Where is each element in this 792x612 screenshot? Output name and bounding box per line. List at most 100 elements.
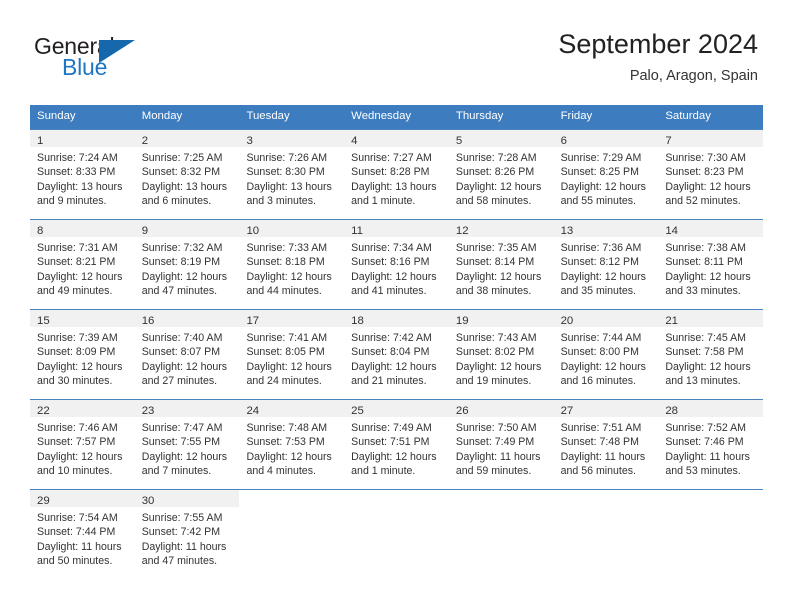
daylight-text-line2: and 44 minutes. xyxy=(246,285,322,298)
day-number-band: 10 xyxy=(239,220,345,237)
daylight-text-line2: and 53 minutes. xyxy=(665,465,741,478)
day-cell[interactable]: 14 Sunrise: 7:38 AM Sunset: 8:11 PM Dayl… xyxy=(658,220,764,309)
sunrise-text: Sunrise: 7:29 AM xyxy=(560,152,642,164)
day-cell[interactable]: 11 Sunrise: 7:34 AM Sunset: 8:16 PM Dayl… xyxy=(344,220,449,309)
day-details: Sunrise: 7:27 AM Sunset: 8:28 PM Dayligh… xyxy=(344,147,449,209)
daylight-text-line1: Daylight: 12 hours xyxy=(141,360,228,373)
day-number-band: 20 xyxy=(553,310,659,327)
daylight-text-line2: and 55 minutes. xyxy=(560,195,636,208)
sunset-text: Sunset: 8:28 PM xyxy=(351,166,430,179)
day-cell[interactable]: 2 Sunrise: 7:25 AM Sunset: 8:32 PM Dayli… xyxy=(134,130,240,219)
day-number-band: 14 xyxy=(658,220,764,237)
day-cell-empty xyxy=(448,490,554,579)
day-number: 5 xyxy=(455,135,463,147)
daylight-text-line2: and 41 minutes. xyxy=(351,285,427,298)
day-details: Sunrise: 7:25 AM Sunset: 8:32 PM Dayligh… xyxy=(135,147,240,209)
day-cell[interactable]: 21 Sunrise: 7:45 AM Sunset: 7:58 PM Dayl… xyxy=(658,310,764,399)
daylight-text-line2: and 47 minutes. xyxy=(141,555,218,568)
day-cell[interactable]: 9 Sunrise: 7:32 AM Sunset: 8:19 PM Dayli… xyxy=(134,220,240,309)
day-cell[interactable]: 27 Sunrise: 7:51 AM Sunset: 7:48 PM Dayl… xyxy=(553,400,659,489)
day-cell[interactable]: 3 Sunrise: 7:26 AM Sunset: 8:30 PM Dayli… xyxy=(239,130,345,219)
sunset-text: Sunset: 7:57 PM xyxy=(37,436,116,449)
day-number: 14 xyxy=(665,225,678,237)
day-number-band: 2 xyxy=(134,130,240,147)
daylight-text-line2: and 56 minutes. xyxy=(560,465,636,478)
sunset-text: Sunset: 7:53 PM xyxy=(246,436,325,449)
daylight-text-line1: Daylight: 12 hours xyxy=(560,180,646,193)
sunset-text: Sunset: 8:18 PM xyxy=(246,256,325,269)
daylight-text-line2: and 10 minutes. xyxy=(37,465,113,478)
sunrise-text: Sunrise: 7:36 AM xyxy=(560,242,642,254)
sunrise-text: Sunrise: 7:31 AM xyxy=(37,242,118,254)
day-details: Sunrise: 7:51 AM Sunset: 7:48 PM Dayligh… xyxy=(554,417,659,479)
sunrise-text: Sunrise: 7:33 AM xyxy=(246,242,328,254)
day-number: 23 xyxy=(141,405,155,417)
weekday-header-monday: Monday xyxy=(141,110,183,122)
day-cell[interactable]: 29 Sunrise: 7:54 AM Sunset: 7:44 PM Dayl… xyxy=(30,490,135,579)
day-cell[interactable]: 25 Sunrise: 7:49 AM Sunset: 7:51 PM Dayl… xyxy=(344,400,449,489)
day-number-band: 13 xyxy=(553,220,659,237)
day-cell[interactable]: 26 Sunrise: 7:50 AM Sunset: 7:49 PM Dayl… xyxy=(448,400,554,489)
day-cell[interactable]: 6 Sunrise: 7:29 AM Sunset: 8:25 PM Dayli… xyxy=(553,130,659,219)
day-cell[interactable]: 30 Sunrise: 7:55 AM Sunset: 7:42 PM Dayl… xyxy=(134,490,240,579)
day-number-band: 16 xyxy=(134,310,240,327)
sunset-text: Sunset: 8:16 PM xyxy=(351,256,430,269)
sunrise-text: Sunrise: 7:32 AM xyxy=(141,242,223,254)
day-cell[interactable]: 16 Sunrise: 7:40 AM Sunset: 8:07 PM Dayl… xyxy=(134,310,240,399)
day-cell[interactable]: 13 Sunrise: 7:36 AM Sunset: 8:12 PM Dayl… xyxy=(553,220,659,309)
sunset-text: Sunset: 7:58 PM xyxy=(665,346,744,359)
weekday-header-sunday: Sunday xyxy=(37,110,76,122)
sunset-text: Sunset: 8:25 PM xyxy=(560,166,639,179)
day-cell[interactable]: 23 Sunrise: 7:47 AM Sunset: 7:55 PM Dayl… xyxy=(134,400,240,489)
daylight-text-line2: and 6 minutes. xyxy=(141,195,212,208)
day-details: Sunrise: 7:34 AM Sunset: 8:16 PM Dayligh… xyxy=(344,237,449,299)
day-cell[interactable]: 12 Sunrise: 7:35 AM Sunset: 8:14 PM Dayl… xyxy=(448,220,554,309)
daylight-text-line2: and 4 minutes. xyxy=(246,465,316,478)
sunset-text: Sunset: 8:21 PM xyxy=(37,256,116,269)
day-cell[interactable]: 1 Sunrise: 7:24 AM Sunset: 8:33 PM Dayli… xyxy=(30,130,135,219)
day-cell[interactable]: 24 Sunrise: 7:48 AM Sunset: 7:53 PM Dayl… xyxy=(239,400,345,489)
day-number-band: 3 xyxy=(239,130,345,147)
daylight-text-line1: Daylight: 12 hours xyxy=(246,270,332,283)
page-subtitle: Palo, Aragon, Spain xyxy=(629,68,758,84)
day-number: 24 xyxy=(246,405,260,417)
day-details: Sunrise: 7:55 AM Sunset: 7:42 PM Dayligh… xyxy=(135,507,240,569)
daylight-text-line2: and 35 minutes. xyxy=(560,285,636,298)
day-number-band: 21 xyxy=(658,310,764,327)
day-number-band: 18 xyxy=(344,310,449,327)
day-number-band: 7 xyxy=(658,130,764,147)
day-cell[interactable]: 28 Sunrise: 7:52 AM Sunset: 7:46 PM Dayl… xyxy=(658,400,764,489)
day-cell[interactable]: 7 Sunrise: 7:30 AM Sunset: 8:23 PM Dayli… xyxy=(658,130,764,219)
day-details: Sunrise: 7:49 AM Sunset: 7:51 PM Dayligh… xyxy=(344,417,449,479)
day-cell[interactable]: 8 Sunrise: 7:31 AM Sunset: 8:21 PM Dayli… xyxy=(30,220,135,309)
daylight-text-line1: Daylight: 13 hours xyxy=(246,180,332,193)
day-cell[interactable]: 18 Sunrise: 7:42 AM Sunset: 8:04 PM Dayl… xyxy=(344,310,449,399)
sunrise-text: Sunrise: 7:41 AM xyxy=(246,332,328,344)
day-number-band xyxy=(239,490,345,507)
day-details: Sunrise: 7:38 AM Sunset: 8:11 PM Dayligh… xyxy=(658,237,763,299)
day-details: Sunrise: 7:48 AM Sunset: 7:53 PM Dayligh… xyxy=(239,417,344,479)
day-cell[interactable]: 20 Sunrise: 7:44 AM Sunset: 8:00 PM Dayl… xyxy=(553,310,659,399)
day-details: Sunrise: 7:43 AM Sunset: 8:02 PM Dayligh… xyxy=(449,327,554,389)
day-number: 29 xyxy=(37,495,50,507)
sunset-text: Sunset: 7:42 PM xyxy=(141,526,221,539)
day-cell[interactable]: 17 Sunrise: 7:41 AM Sunset: 8:05 PM Dayl… xyxy=(239,310,345,399)
day-cell[interactable]: 4 Sunrise: 7:27 AM Sunset: 8:28 PM Dayli… xyxy=(344,130,449,219)
sunrise-text: Sunrise: 7:51 AM xyxy=(560,422,642,434)
daylight-text-line1: Daylight: 11 hours xyxy=(560,450,646,463)
day-number-band: 8 xyxy=(30,220,135,237)
day-cell[interactable]: 15 Sunrise: 7:39 AM Sunset: 8:09 PM Dayl… xyxy=(30,310,135,399)
day-cell-empty xyxy=(239,490,345,579)
daylight-text-line2: and 21 minutes. xyxy=(351,375,427,388)
day-cell[interactable]: 5 Sunrise: 7:28 AM Sunset: 8:26 PM Dayli… xyxy=(448,130,554,219)
weekday-header-tuesday: Tuesday xyxy=(246,110,290,122)
day-cell[interactable]: 10 Sunrise: 7:33 AM Sunset: 8:18 PM Dayl… xyxy=(239,220,345,309)
sunset-text: Sunset: 8:02 PM xyxy=(455,346,535,359)
day-cell[interactable]: 22 Sunrise: 7:46 AM Sunset: 7:57 PM Dayl… xyxy=(30,400,135,489)
sunset-text: Sunset: 8:04 PM xyxy=(351,346,430,359)
day-number: 21 xyxy=(665,315,678,327)
day-cell[interactable]: 19 Sunrise: 7:43 AM Sunset: 8:02 PM Dayl… xyxy=(448,310,554,399)
day-number: 28 xyxy=(665,405,678,417)
day-number: 8 xyxy=(37,225,44,237)
sunset-text: Sunset: 7:51 PM xyxy=(351,436,430,449)
